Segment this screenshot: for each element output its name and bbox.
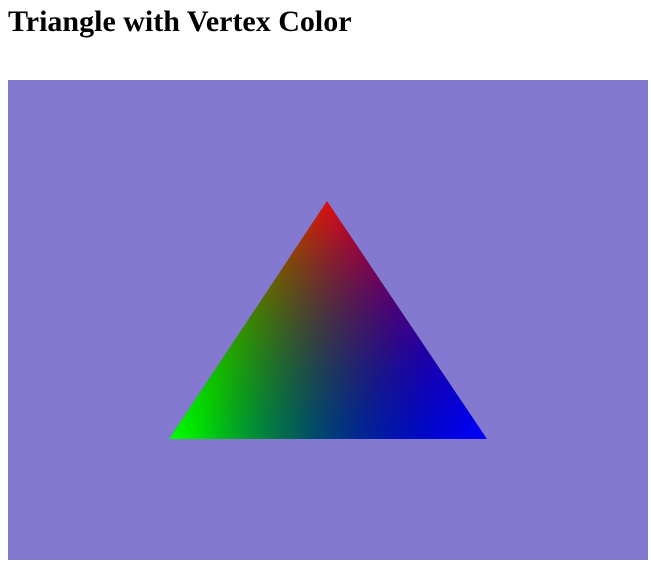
page-title: Triangle with Vertex Color (8, 5, 352, 38)
canvas-surface (8, 80, 648, 560)
webgl-canvas[interactable] (8, 80, 648, 560)
